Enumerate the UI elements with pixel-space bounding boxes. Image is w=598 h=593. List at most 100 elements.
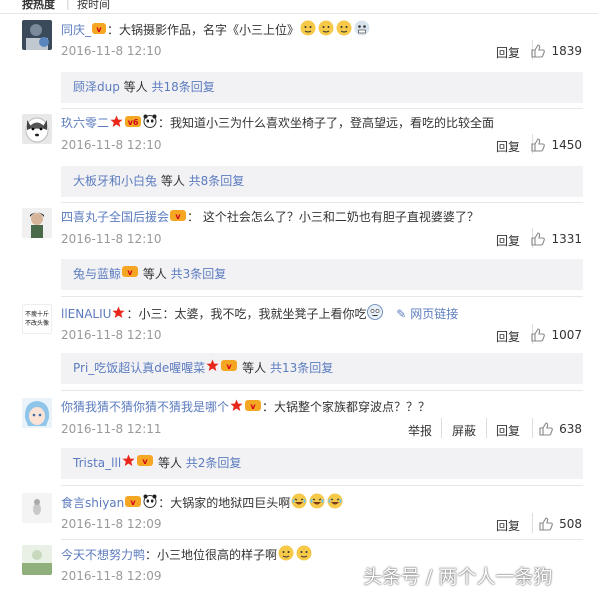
comment-text: ：大锅家的地狱四巨头啊 xyxy=(158,496,291,510)
avatar[interactable] xyxy=(22,20,52,50)
reply-count-link[interactable]: 共18条回复 xyxy=(151,80,214,94)
comment-actions: 回复 508 xyxy=(496,513,582,534)
comment-username[interactable]: 四喜丸子全国后援会 xyxy=(61,210,169,224)
reply-button[interactable]: 回复 xyxy=(496,422,520,439)
thumbs-up-icon xyxy=(539,422,553,436)
vip-badge-icon: v xyxy=(170,209,187,227)
reply-connector: 等人 xyxy=(157,174,189,188)
comment-text: ：大锅整个家族都穿波点？？？ xyxy=(262,400,431,414)
comment-divider xyxy=(61,390,583,391)
svg-text:v: v xyxy=(227,362,233,371)
reply-button[interactable]: 回复 xyxy=(496,517,520,534)
avatar[interactable] xyxy=(22,493,52,523)
vip-badge-icon: v6 xyxy=(125,115,142,133)
reply-button[interactable]: 回复 xyxy=(496,44,520,61)
sort-by-time-tab[interactable]: 按时间 xyxy=(77,0,110,12)
reply-summary[interactable]: 顾泽dup 等人 共18条回复 xyxy=(61,72,583,103)
vip-badge-icon: v xyxy=(125,495,142,513)
comment-text: ：大锅摄影作品，名字《小三上位》 xyxy=(107,23,300,37)
reply-usernames[interactable]: Pri_吃饭超认真de喔喔菜 xyxy=(73,361,205,375)
reply-count-link[interactable]: 共8条回复 xyxy=(189,174,245,188)
action-divider xyxy=(486,418,487,438)
comment-date: 2016-11-8 12:09 xyxy=(61,569,162,583)
like-count: 508 xyxy=(559,517,582,531)
sort-bar: 按热度 | 按时间 xyxy=(0,0,598,14)
comment-date: 2016-11-8 12:11 xyxy=(61,422,162,436)
reply-count-link[interactable]: 共2条回复 xyxy=(186,456,242,470)
comment-actions: 回复 1331 xyxy=(496,228,582,249)
avatar[interactable]: 不瘦十斤 不改头像 xyxy=(22,304,52,334)
like-count: 1331 xyxy=(551,232,582,246)
like-button[interactable]: 1331 xyxy=(531,232,582,246)
reply-button[interactable]: 回复 xyxy=(496,232,520,249)
like-button[interactable]: 508 xyxy=(539,517,582,531)
svg-text:v: v xyxy=(131,498,137,507)
avatar[interactable] xyxy=(22,114,52,144)
thumbs-up-icon xyxy=(531,232,546,246)
comment-actions: 回复 1007 xyxy=(496,324,582,345)
reply-summary[interactable]: Pri_吃饭超认真de喔喔菜 v 等人 共13条回复 xyxy=(61,353,583,384)
reply-usernames[interactable]: Trista_lll xyxy=(73,456,121,470)
red-star-icon xyxy=(206,353,219,384)
comment-divider xyxy=(61,296,583,297)
report-button[interactable]: 举报 xyxy=(408,422,432,439)
avatar[interactable] xyxy=(22,398,52,428)
reply-count-link[interactable]: 共13条回复 xyxy=(270,361,333,375)
vip-badge-icon: v xyxy=(221,353,238,384)
reply-summary[interactable]: Trista_lll v 等人 共2条回复 xyxy=(61,448,583,479)
reply-usernames[interactable]: 大板牙和小白兔 xyxy=(73,174,157,188)
avatar[interactable] xyxy=(22,545,52,575)
panda-icon xyxy=(143,494,157,513)
action-divider xyxy=(441,418,442,438)
avatar-text: 不瘦十斤 xyxy=(24,311,49,318)
comment-actions: 回复 1839 xyxy=(496,40,582,61)
like-count: 1007 xyxy=(551,328,582,342)
comment-username[interactable]: 今天不想努力鸭 xyxy=(61,548,145,562)
comment-date: 2016-11-8 12:09 xyxy=(61,517,162,531)
reply-usernames[interactable]: 顾泽dup xyxy=(73,80,120,94)
like-count: 638 xyxy=(559,422,582,436)
vip-badge-icon: v xyxy=(245,399,262,417)
reply-connector: 等人 xyxy=(139,267,171,281)
like-count: 1839 xyxy=(551,44,582,58)
comment-date: 2016-11-8 12:10 xyxy=(61,44,162,58)
block-button[interactable]: 屏蔽 xyxy=(452,422,476,439)
comment-date: 2016-11-8 12:10 xyxy=(61,138,162,152)
svg-text:v: v xyxy=(250,402,256,411)
action-divider xyxy=(532,418,533,438)
link-icon: ✎ xyxy=(396,307,407,321)
reply-usernames[interactable]: 兔与蓝鲸 xyxy=(73,267,121,281)
vip-badge-icon: v xyxy=(92,22,107,40)
like-button[interactable]: 638 xyxy=(539,422,582,436)
reply-summary[interactable]: 大板牙和小白兔 等人 共8条回复 xyxy=(61,166,583,197)
like-button[interactable]: 1450 xyxy=(531,138,582,152)
comment-username[interactable]: 同庆_ xyxy=(61,23,91,37)
doge-emoji-icon xyxy=(278,545,294,566)
laugh-cry-emoji-icon xyxy=(327,493,343,514)
like-button[interactable]: 1839 xyxy=(531,44,582,58)
thumbs-up-icon xyxy=(531,138,546,152)
reply-count-link[interactable]: 共3条回复 xyxy=(171,267,227,281)
comment-divider xyxy=(61,108,583,109)
sort-by-hot-tab[interactable]: 按热度 xyxy=(22,0,55,12)
reply-button[interactable]: 回复 xyxy=(496,328,520,345)
web-link[interactable]: ✎ 网页链接 xyxy=(396,307,458,321)
avatar[interactable] xyxy=(22,208,52,238)
red-star-icon xyxy=(112,306,126,324)
reply-summary[interactable]: 兔与蓝鲸 v 等人 共3条回复 xyxy=(61,259,583,290)
svg-text:v: v xyxy=(175,212,181,221)
comment-actions: 举报 屏蔽 回复 638 xyxy=(408,418,582,439)
comment-username[interactable]: 玖六零二 xyxy=(61,116,109,130)
thumbs-up-icon xyxy=(531,44,546,58)
svg-text:v6: v6 xyxy=(128,118,139,127)
sweat-emoji-icon xyxy=(367,304,384,325)
vip-badge-icon: v xyxy=(137,448,154,479)
doge-emoji-icon xyxy=(296,545,312,566)
reply-connector: 等人 xyxy=(238,361,270,375)
comment-username[interactable]: 你猜我猜不猜你猜不猜我是哪个 xyxy=(61,400,229,414)
comment-username[interactable]: llENALIU xyxy=(61,307,111,321)
comment-divider xyxy=(61,202,583,203)
like-button[interactable]: 1007 xyxy=(531,328,582,342)
reply-button[interactable]: 回复 xyxy=(496,138,520,155)
comment-username[interactable]: 食言shiyan xyxy=(61,496,124,510)
